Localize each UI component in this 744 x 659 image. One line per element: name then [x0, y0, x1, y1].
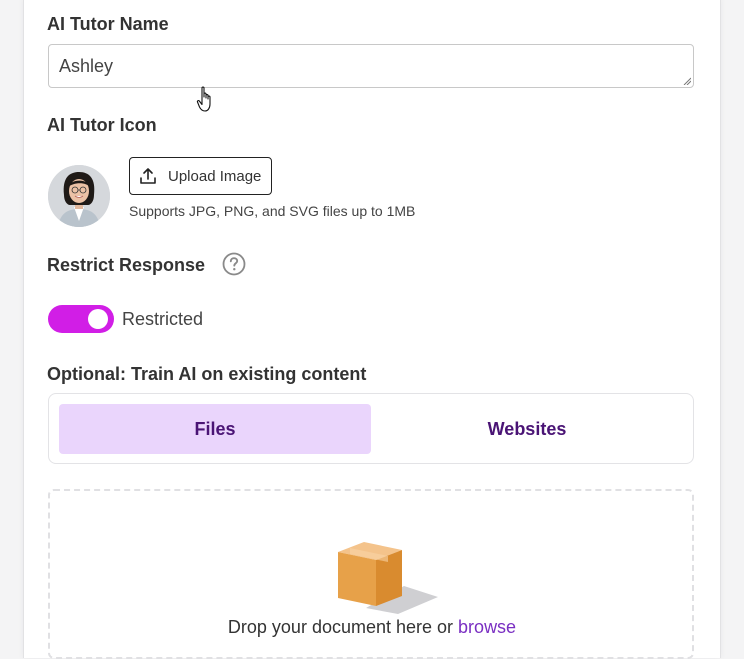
restrict-toggle[interactable] [48, 305, 114, 333]
box-icon [338, 542, 438, 614]
tutor-name-value: Ashley [59, 56, 114, 76]
tab-websites[interactable]: Websites [371, 404, 683, 454]
dropzone-text: Drop your document here or browse [0, 617, 744, 638]
resize-grip-icon[interactable] [683, 77, 691, 85]
tutor-avatar [48, 165, 110, 227]
toggle-knob [88, 309, 108, 329]
tutor-icon-label: AI Tutor Icon [47, 115, 157, 135]
tab-files[interactable]: Files [59, 404, 371, 454]
tutor-name-label: AI Tutor Name [47, 14, 169, 34]
dropzone-instruction: Drop your document here or [227, 617, 454, 637]
content-source-tabs: Files Websites [48, 393, 694, 464]
upload-image-button[interactable]: Upload Image [129, 157, 272, 195]
restrict-toggle-label: Restricted [122, 309, 204, 329]
upload-icon [140, 168, 156, 184]
hand-cursor-icon [196, 86, 211, 112]
upload-hint: Supports JPG, PNG, and SVG files up to 1… [129, 203, 416, 219]
restrict-response-label: Restrict Response [47, 255, 206, 275]
help-icon[interactable] [222, 252, 246, 276]
browse-link[interactable]: browse [458, 617, 516, 637]
train-ai-label: Optional: Train AI on existing content [47, 364, 367, 384]
upload-image-label: Upload Image [168, 167, 262, 185]
tutor-name-input[interactable]: Ashley [48, 44, 694, 88]
